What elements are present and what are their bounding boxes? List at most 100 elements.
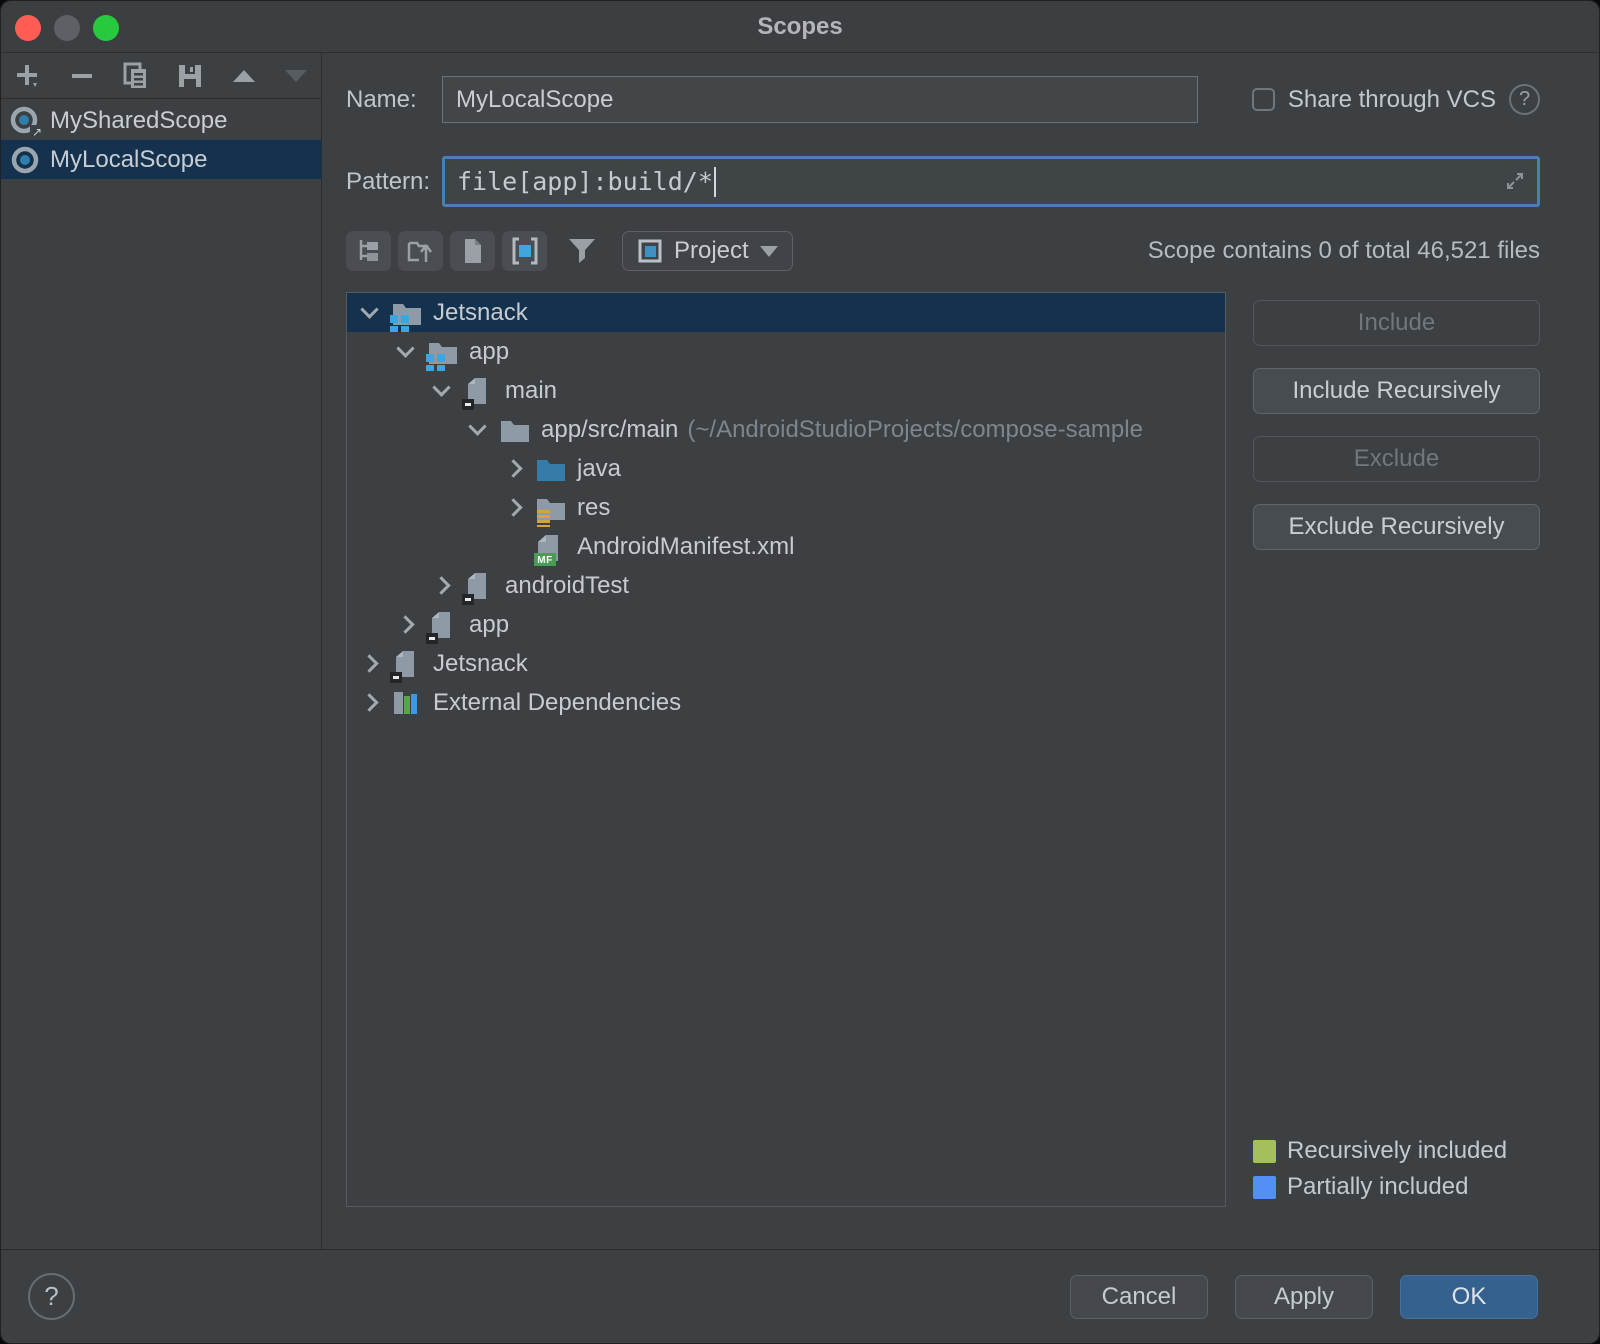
tree-row[interactable]: app <box>347 332 1225 371</box>
window-title: Scopes <box>757 13 842 41</box>
minimize-window-button <box>54 15 80 41</box>
move-down-button <box>282 61 309 91</box>
cancel-button[interactable]: Cancel <box>1070 1275 1208 1319</box>
chevron-expanded-icon[interactable] <box>432 378 450 396</box>
scope-list-item-shared[interactable]: ↗ MySharedScope <box>1 101 321 140</box>
scope-status-text: Scope contains 0 of total 46,521 files <box>1148 237 1540 265</box>
module-icon <box>464 569 498 603</box>
share-help-icon[interactable]: ? <box>1509 84 1540 115</box>
scope-editor-panel: Name: Share through VCS ? Pattern: file[… <box>322 53 1599 1249</box>
tree-label: java <box>577 455 621 483</box>
tree-label: External Dependencies <box>433 689 681 717</box>
tree-row[interactable]: main <box>347 371 1225 410</box>
remove-scope-button[interactable] <box>68 61 95 91</box>
library-icon <box>392 686 426 720</box>
zoom-window-button[interactable] <box>93 15 119 41</box>
tree-row[interactable]: res <box>347 488 1225 527</box>
module-icon <box>428 608 462 642</box>
tree-row[interactable]: Jetsnack <box>347 293 1225 332</box>
pattern-label: Pattern: <box>346 168 442 196</box>
chevron-collapsed-icon[interactable] <box>504 498 522 516</box>
module-icon <box>464 374 498 408</box>
pattern-input[interactable]: file[app]:build/* <box>442 156 1540 207</box>
share-through-vcs-label: Share through VCS <box>1288 86 1496 114</box>
shared-scope-icon: ↗ <box>9 105 41 137</box>
copy-scope-button[interactable] <box>120 61 150 91</box>
show-scope-borders-toggle[interactable] <box>502 231 547 271</box>
scope-list-item-local[interactable]: MyLocalScope <box>1 140 321 179</box>
scope-list-panel: ↗ MySharedScope MyLocalScope <box>1 53 322 1249</box>
share-through-vcs-checkbox[interactable] <box>1252 88 1275 111</box>
legend-item: Recursively included <box>1253 1133 1540 1169</box>
module-icon <box>392 647 426 681</box>
legend-item: Partially included <box>1253 1169 1540 1205</box>
scope-actions-panel: Include Include Recursively Exclude Excl… <box>1253 292 1540 1207</box>
tree-label: AndroidManifest.xml <box>577 533 794 561</box>
tree-label: app <box>469 338 509 366</box>
show-files-toggle[interactable] <box>450 231 495 271</box>
tree-label: app <box>469 611 509 639</box>
tree-row[interactable]: app <box>347 605 1225 644</box>
text-caret <box>714 167 716 197</box>
scope-name: MyLocalScope <box>50 146 207 174</box>
add-scope-button[interactable] <box>13 61 43 91</box>
tree-row[interactable]: java <box>347 449 1225 488</box>
tree-row[interactable]: androidTest <box>347 566 1225 605</box>
show-hierarchy-toggle[interactable] <box>346 231 391 271</box>
chevron-expanded-icon[interactable] <box>396 339 414 357</box>
window-controls <box>15 15 119 41</box>
scope-name-input[interactable] <box>442 76 1198 123</box>
folder-icon <box>500 413 534 447</box>
partially-included-swatch <box>1253 1176 1276 1199</box>
manifest-file-icon: MF <box>536 530 570 564</box>
move-up-button[interactable] <box>230 61 257 91</box>
module-group-folder-icon <box>392 296 426 330</box>
chevron-collapsed-icon[interactable] <box>432 576 450 594</box>
tree-label: Jetsnack <box>433 650 528 678</box>
tree-row[interactable]: MF AndroidManifest.xml <box>347 527 1225 566</box>
apply-button[interactable]: Apply <box>1235 1275 1373 1319</box>
tree-label: app/src/main <box>541 416 678 444</box>
pattern-value: file[app]:build/* <box>457 167 713 196</box>
exclude-button: Exclude <box>1253 436 1540 482</box>
chevron-down-icon <box>760 246 778 257</box>
filter-icon[interactable] <box>566 236 598 266</box>
include-recursively-button[interactable]: Include Recursively <box>1253 368 1540 414</box>
tree-row[interactable]: app/src/main (~/AndroidStudioProjects/co… <box>347 410 1225 449</box>
ok-button[interactable]: OK <box>1400 1275 1538 1319</box>
tree-label: main <box>505 377 557 405</box>
close-window-button[interactable] <box>15 15 41 41</box>
dialog-footer: ? Cancel Apply OK <box>1 1249 1599 1343</box>
legend-label: Partially included <box>1287 1173 1468 1201</box>
chevron-expanded-icon[interactable] <box>468 417 486 435</box>
expand-editor-icon[interactable] <box>1503 169 1527 198</box>
compact-directories-toggle[interactable] <box>398 231 443 271</box>
project-view-icon <box>637 238 663 264</box>
include-button: Include <box>1253 300 1540 346</box>
resources-folder-icon <box>536 491 570 525</box>
tree-row[interactable]: Jetsnack <box>347 644 1225 683</box>
chevron-collapsed-icon[interactable] <box>360 654 378 672</box>
scope-list: ↗ MySharedScope MyLocalScope <box>1 99 321 179</box>
tree-label: Jetsnack <box>433 299 528 327</box>
color-legend: Recursively included Partially included <box>1253 1133 1540 1207</box>
tree-row[interactable]: External Dependencies <box>347 683 1225 722</box>
save-scope-button[interactable] <box>175 61 205 91</box>
help-button[interactable]: ? <box>28 1273 75 1320</box>
chevron-collapsed-icon[interactable] <box>504 459 522 477</box>
tree-label: res <box>577 494 610 522</box>
view-selector-label: Project <box>674 237 749 265</box>
shared-arrow-badge: ↗ <box>30 125 44 139</box>
view-selector-dropdown[interactable]: Project <box>622 231 793 271</box>
local-scope-icon <box>9 144 41 176</box>
chevron-collapsed-icon[interactable] <box>360 693 378 711</box>
chevron-collapsed-icon[interactable] <box>396 615 414 633</box>
recursively-included-swatch <box>1253 1140 1276 1163</box>
module-group-folder-icon <box>428 335 462 369</box>
exclude-recursively-button[interactable]: Exclude Recursively <box>1253 504 1540 550</box>
scopes-dialog: Scopes <box>0 0 1600 1344</box>
title-bar: Scopes <box>1 1 1599 53</box>
source-folder-icon <box>536 452 570 486</box>
chevron-expanded-icon[interactable] <box>360 300 378 318</box>
name-label: Name: <box>346 86 442 114</box>
